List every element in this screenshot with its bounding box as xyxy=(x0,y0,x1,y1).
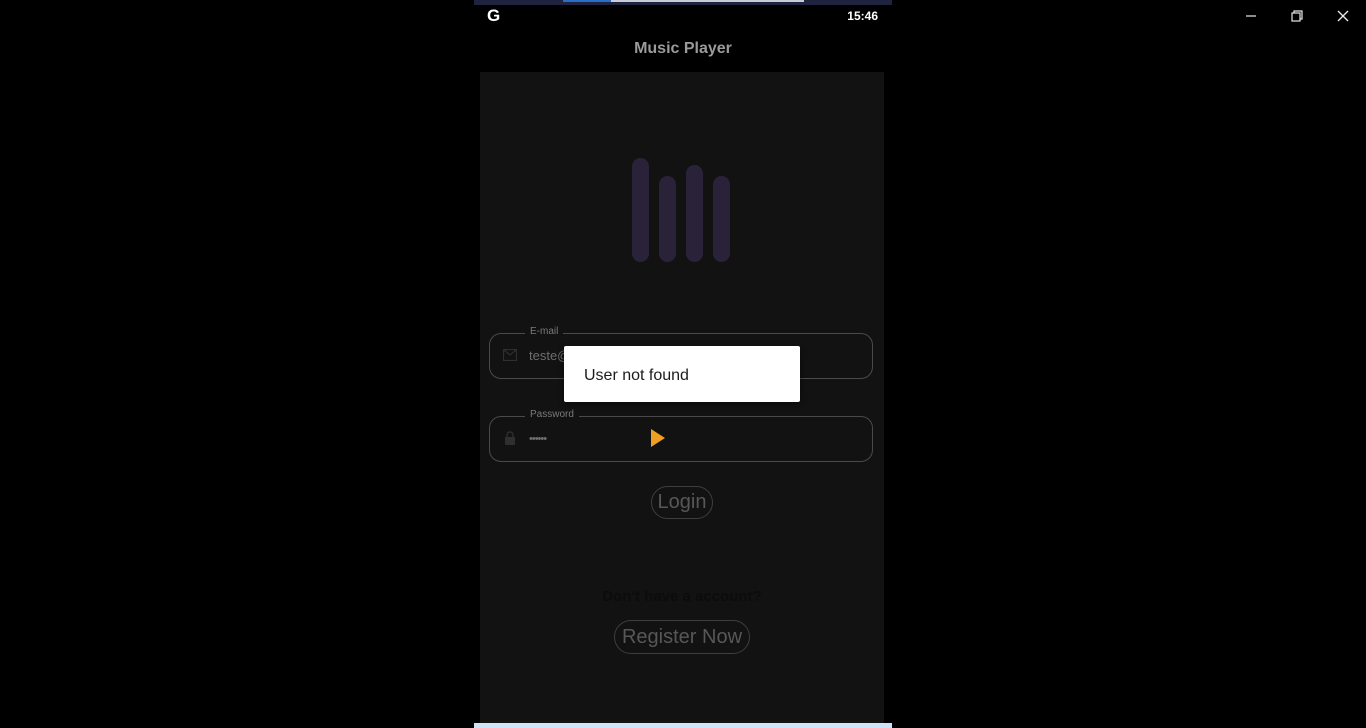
register-now-button[interactable]: Register Now xyxy=(614,620,750,654)
logo-bar xyxy=(659,176,676,262)
emulator-top-bar xyxy=(474,0,892,5)
toast-text: User not found xyxy=(584,367,689,384)
equalizer-bars-icon xyxy=(632,158,732,268)
restore-button[interactable] xyxy=(1285,4,1309,28)
mail-icon xyxy=(503,349,517,361)
emulator-screen: G 15:46 Music Player E-mail teste@ Passw… xyxy=(474,0,892,728)
google-app-icon: G xyxy=(487,6,501,25)
minimize-button[interactable] xyxy=(1239,4,1263,28)
password-label: Password xyxy=(525,409,579,420)
password-value: •••••• xyxy=(529,433,547,445)
restore-icon xyxy=(1291,10,1303,22)
top-bar-segment xyxy=(611,0,804,2)
emulator-bottom-bar xyxy=(474,723,892,728)
no-account-text: Don't have a account? xyxy=(602,588,762,605)
status-time: 15:46 xyxy=(847,9,878,23)
lock-icon xyxy=(505,431,515,445)
app-title: Music Player xyxy=(634,40,732,57)
logo-bar xyxy=(686,165,703,262)
logo-bar xyxy=(632,158,649,262)
close-button[interactable] xyxy=(1331,4,1355,28)
mouse-cursor-icon xyxy=(651,429,665,447)
logo-bar xyxy=(713,176,730,262)
email-label: E-mail xyxy=(525,326,564,337)
toast-message: User not found xyxy=(564,346,800,402)
minimize-icon xyxy=(1246,15,1256,17)
login-button[interactable]: Login xyxy=(651,486,713,519)
password-field[interactable]: Password •••••• xyxy=(489,409,873,462)
top-bar-segment xyxy=(563,0,611,2)
close-icon xyxy=(1337,10,1349,22)
